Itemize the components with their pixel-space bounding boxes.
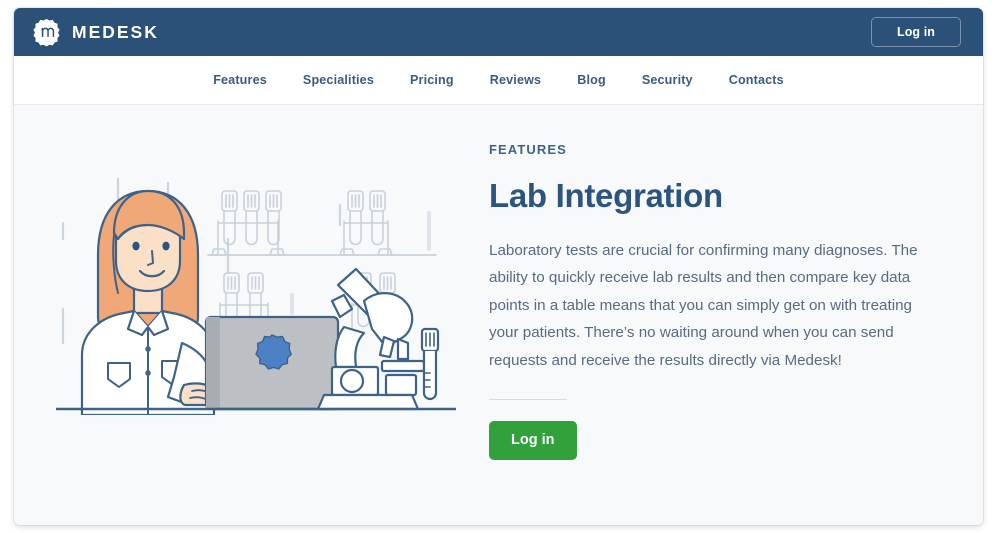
screenshot-viewport: MEDESK Log in Features Specialities Pric… — [0, 0, 997, 533]
hero-text-column: FEATURES Lab Integration Laboratory test… — [489, 105, 983, 525]
web-page: MEDESK Log in Features Specialities Pric… — [14, 8, 983, 525]
test-tube — [420, 327, 440, 401]
nav-item-pricing[interactable]: Pricing — [410, 73, 454, 87]
hero-login-button[interactable]: Log in — [489, 421, 577, 461]
doctor-figure — [80, 189, 220, 415]
medesk-logo-icon — [32, 18, 61, 47]
nav-item-security[interactable]: Security — [642, 73, 693, 87]
nav-item-features[interactable]: Features — [213, 73, 267, 87]
lab-doctor-illustration — [56, 177, 456, 415]
main-navigation: Features Specialities Pricing Reviews Bl… — [14, 56, 983, 105]
hero-section: FEATURES Lab Integration Laboratory test… — [14, 105, 983, 525]
nav-item-blog[interactable]: Blog — [577, 73, 606, 87]
nav-item-reviews[interactable]: Reviews — [490, 73, 541, 87]
nav-item-contacts[interactable]: Contacts — [729, 73, 784, 87]
site-header: MEDESK Log in — [14, 8, 983, 56]
header-login-button[interactable]: Log in — [871, 17, 961, 47]
brand-name: MEDESK — [72, 21, 159, 42]
brand-logo[interactable]: MEDESK — [32, 18, 159, 47]
hero-description: Laboratory tests are crucial for confirm… — [489, 242, 918, 369]
page-title: Lab Integration — [489, 177, 723, 214]
hero-illustration-column — [14, 105, 489, 525]
nav-item-specialities[interactable]: Specialities — [303, 73, 374, 87]
laptop — [204, 315, 340, 411]
section-eyebrow: FEATURES — [489, 142, 567, 157]
divider — [489, 399, 567, 401]
